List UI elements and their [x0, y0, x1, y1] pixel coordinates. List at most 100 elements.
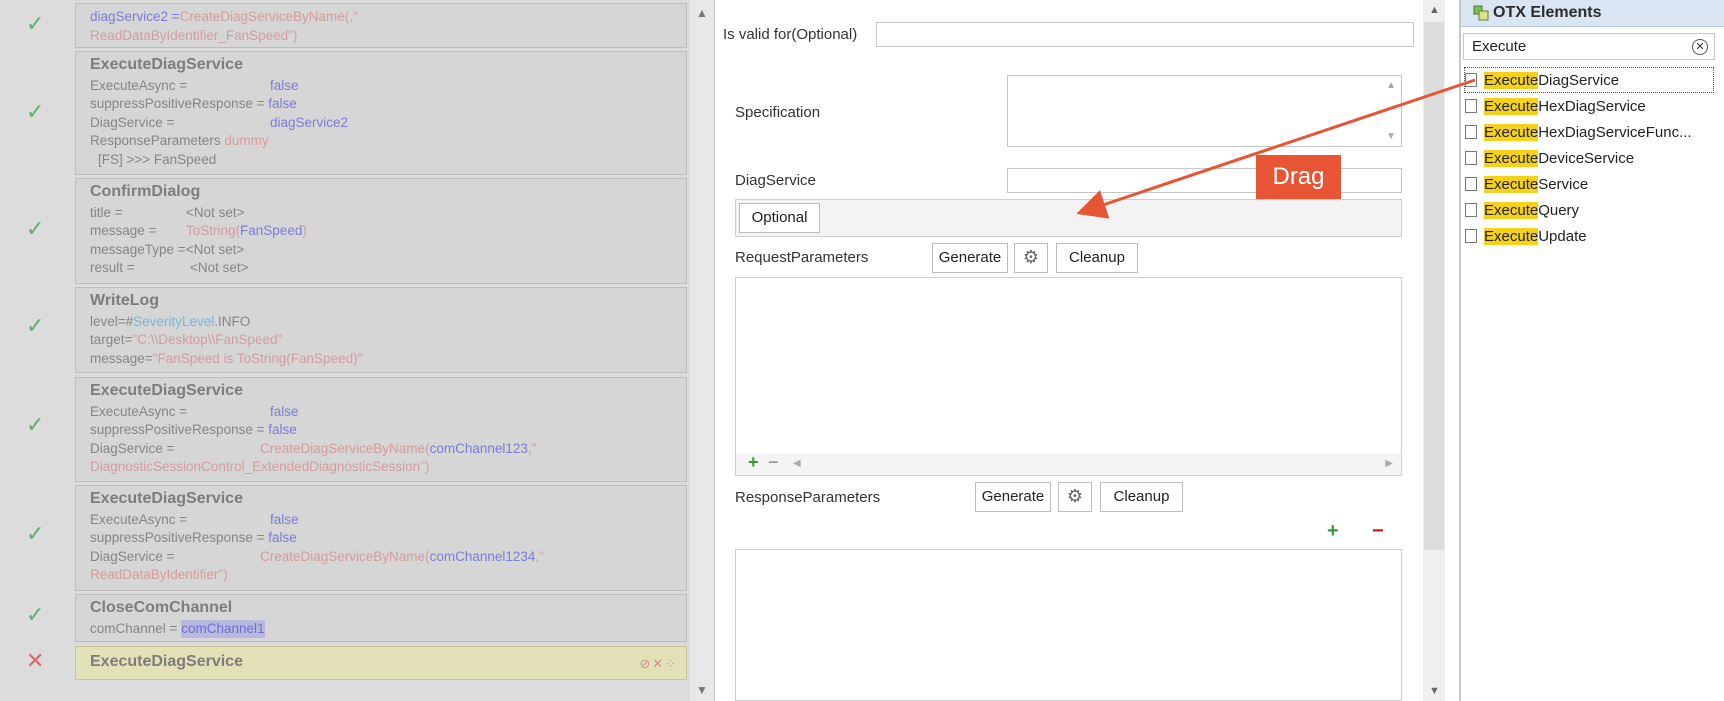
request-parameters-grid[interactable]: + − ◀ ▶: [735, 277, 1402, 476]
check-icon: ✓: [26, 100, 45, 125]
assignment-block[interactable]: diagService2 = CreateDiagServiceByName(,…: [75, 3, 687, 48]
flow-scrollbar[interactable]: ▲ ▼: [690, 0, 714, 701]
param-label: suppressPositiveResponse =: [90, 96, 265, 111]
specification-textarea[interactable]: ▲ ▼: [1007, 75, 1402, 147]
block-title: WriteLog: [90, 292, 160, 309]
clear-search-icon[interactable]: ✕: [1692, 39, 1708, 55]
close-com-channel-block[interactable]: CloseComChannel comChannel = comChannel1: [75, 594, 687, 642]
param-value: "C:\\Desktop\\FanSpeed": [132, 332, 283, 347]
document-icon: [1465, 229, 1477, 243]
list-item-executediagservice[interactable]: Execute DiagService: [1464, 67, 1714, 93]
list-item-executehexdiagservicefunc[interactable]: Execute HexDiagServiceFunc...: [1465, 120, 1692, 144]
param-label: suppressPositiveResponse =: [90, 530, 265, 545]
block-title: ExecuteDiagService: [90, 382, 243, 399]
match-highlight: Execute: [1484, 201, 1539, 219]
request-settings-gear-icon[interactable]: ⚙: [1014, 243, 1048, 273]
param-value: false: [268, 530, 297, 545]
param-value: DiagnosticSessionControl_ExtendedDiagnos…: [90, 459, 430, 474]
param-value: .INFO: [214, 313, 251, 329]
request-generate-button[interactable]: Generate: [932, 243, 1008, 273]
item-suffix: DeviceService: [1538, 149, 1635, 167]
list-item-executedeviceservice[interactable]: Execute DeviceService: [1465, 146, 1634, 170]
call-arg-line: ReadDataByIdentifier_FanSpeed"): [90, 27, 298, 43]
response-generate-button[interactable]: Generate: [975, 482, 1051, 512]
valid-for-input[interactable]: [876, 22, 1414, 47]
document-icon: [1465, 203, 1477, 217]
check-icon: ✓: [26, 12, 45, 37]
list-item-executehexdiagservice[interactable]: Execute HexDiagService: [1465, 94, 1646, 118]
properties-scrollbar[interactable]: ▲ ▼: [1423, 0, 1445, 701]
param-label: DiagService =: [90, 114, 175, 130]
match-highlight: Execute: [1484, 97, 1539, 115]
param-value: comChannel123: [429, 440, 528, 456]
document-icon: [1465, 125, 1477, 139]
execute-diag-service-block[interactable]: ExecuteDiagService ExecuteAsync = false s…: [75, 377, 687, 482]
remove-response-icon[interactable]: −: [1372, 520, 1384, 543]
scroll-down-icon[interactable]: ▼: [1429, 685, 1440, 697]
search-input[interactable]: Execute ✕: [1463, 33, 1715, 60]
list-item-executequery[interactable]: Execute Query: [1465, 198, 1579, 222]
response-settings-gear-icon[interactable]: ⚙: [1058, 482, 1092, 512]
block-action-icons[interactable]: ⊘✕⁘: [639, 655, 678, 674]
scroll-down-icon[interactable]: ▼: [1386, 131, 1396, 142]
diagservice-input[interactable]: [1007, 168, 1402, 193]
param-label: ResponseParameters: [90, 133, 221, 148]
optional-button[interactable]: Optional: [739, 203, 820, 233]
write-log-block[interactable]: WriteLog level=# SeverityLevel .INFO targe…: [75, 287, 687, 373]
list-item-executeservice[interactable]: Execute Service: [1465, 172, 1588, 196]
block-title: ConfirmDialog: [90, 183, 201, 200]
search-value: Execute: [1472, 38, 1527, 55]
scroll-up-icon[interactable]: ▲: [1386, 80, 1396, 91]
param-value: false: [268, 96, 297, 111]
item-suffix: DiagService: [1538, 71, 1620, 89]
valid-for-label: Is valid for(Optional): [723, 26, 858, 43]
param-label: DiagService =: [90, 548, 175, 564]
param-value: <Not set>: [186, 204, 245, 220]
execute-diag-service-block[interactable]: ExecuteDiagService ExecuteAsync = false s…: [75, 51, 687, 175]
add-response-icon[interactable]: +: [1327, 520, 1339, 543]
param-label: suppressPositiveResponse =: [90, 422, 265, 437]
param-value: dummy: [224, 133, 269, 148]
match-highlight: Execute: [1484, 227, 1539, 245]
document-icon: [1465, 177, 1477, 191]
document-icon: [1465, 73, 1477, 87]
check-icon: ✓: [26, 413, 45, 438]
match-highlight: Execute: [1484, 123, 1539, 141]
param-label: message =: [90, 223, 157, 238]
param-label: comChannel =: [90, 620, 178, 636]
param-label: message=: [90, 350, 153, 366]
param-value: ): [302, 223, 307, 238]
param-value: <Not set>: [185, 241, 245, 257]
grid-footer: [736, 453, 1401, 475]
scroll-down-icon[interactable]: ▼: [696, 683, 708, 697]
param-value: diagService2: [270, 114, 349, 130]
flow-panel: ✓ ✓ ✓ ✓ ✓ ✓ ✓ ✕ diagService2 = CreateDia…: [0, 0, 715, 701]
item-suffix: HexDiagService: [1538, 97, 1646, 115]
scroll-up-icon[interactable]: ▲: [1429, 4, 1440, 16]
request-cleanup-button[interactable]: Cleanup: [1056, 243, 1138, 273]
item-suffix: Service: [1538, 175, 1589, 193]
status-gutter: ✓ ✓ ✓ ✓ ✓ ✓ ✓ ✕: [0, 0, 75, 701]
confirm-dialog-block[interactable]: ConfirmDialog title = <Not set> message =…: [75, 178, 687, 284]
list-item-executeupdate[interactable]: Execute Update: [1465, 224, 1587, 248]
execute-diag-service-block[interactable]: ExecuteDiagService ExecuteAsync = false s…: [75, 485, 687, 591]
check-icon: ✓: [26, 314, 45, 339]
param-label: ExecuteAsync =: [90, 511, 188, 527]
add-row-icon[interactable]: +: [748, 452, 759, 473]
response-parameters-grid[interactable]: [735, 549, 1402, 701]
remove-row-icon[interactable]: −: [768, 452, 779, 473]
response-cleanup-button[interactable]: Cleanup: [1100, 482, 1183, 512]
error-x-icon: ✕: [26, 649, 45, 674]
request-parameters-label: RequestParameters: [735, 249, 869, 266]
match-highlight: Execute: [1484, 175, 1539, 193]
block-title: ExecuteDiagService: [90, 653, 243, 670]
scroll-thumb[interactable]: [1424, 22, 1444, 550]
param-label: ExecuteAsync =: [90, 403, 188, 419]
scroll-up-icon[interactable]: ▲: [696, 6, 708, 20]
check-icon: ✓: [26, 603, 45, 628]
scroll-left-icon[interactable]: ◀: [793, 458, 801, 469]
execute-diag-service-block-selected[interactable]: ExecuteDiagService ⊘✕⁘: [75, 646, 687, 680]
block-title: ExecuteDiagService: [90, 56, 243, 73]
scroll-right-icon[interactable]: ▶: [1385, 458, 1393, 469]
param-label: DiagService =: [90, 440, 175, 456]
